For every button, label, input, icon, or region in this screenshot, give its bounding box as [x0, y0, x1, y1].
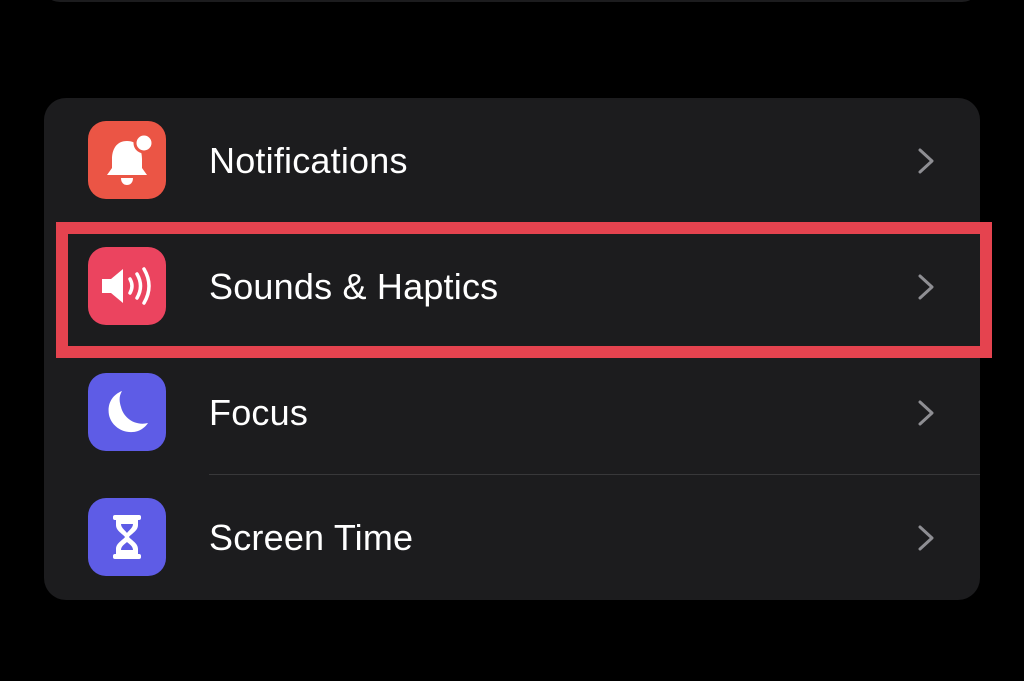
moon-icon	[88, 373, 166, 451]
settings-row-label: Notifications	[209, 140, 408, 181]
hourglass-icon	[88, 498, 166, 576]
settings-row-label: Sounds & Haptics	[209, 266, 499, 307]
chevron-right-icon	[918, 400, 934, 426]
settings-row-focus[interactable]: Focus	[44, 350, 980, 476]
settings-row-label: Focus	[209, 392, 309, 433]
chevron-right-icon	[918, 525, 934, 551]
notifications-bell-icon	[88, 121, 166, 199]
settings-row-notifications[interactable]: Notifications	[44, 98, 980, 224]
settings-row-sounds-haptics[interactable]: Sounds & Haptics	[44, 224, 980, 350]
speaker-icon	[88, 247, 166, 325]
settings-row-label: Screen Time	[209, 517, 414, 558]
settings-row-screen-time[interactable]: Screen Time	[44, 475, 980, 600]
previous-settings-group	[42, 0, 980, 2]
settings-group: Notifications Sounds & Haptics Focus Scr…	[44, 98, 980, 600]
chevron-right-icon	[918, 148, 934, 174]
chevron-right-icon	[918, 274, 934, 300]
